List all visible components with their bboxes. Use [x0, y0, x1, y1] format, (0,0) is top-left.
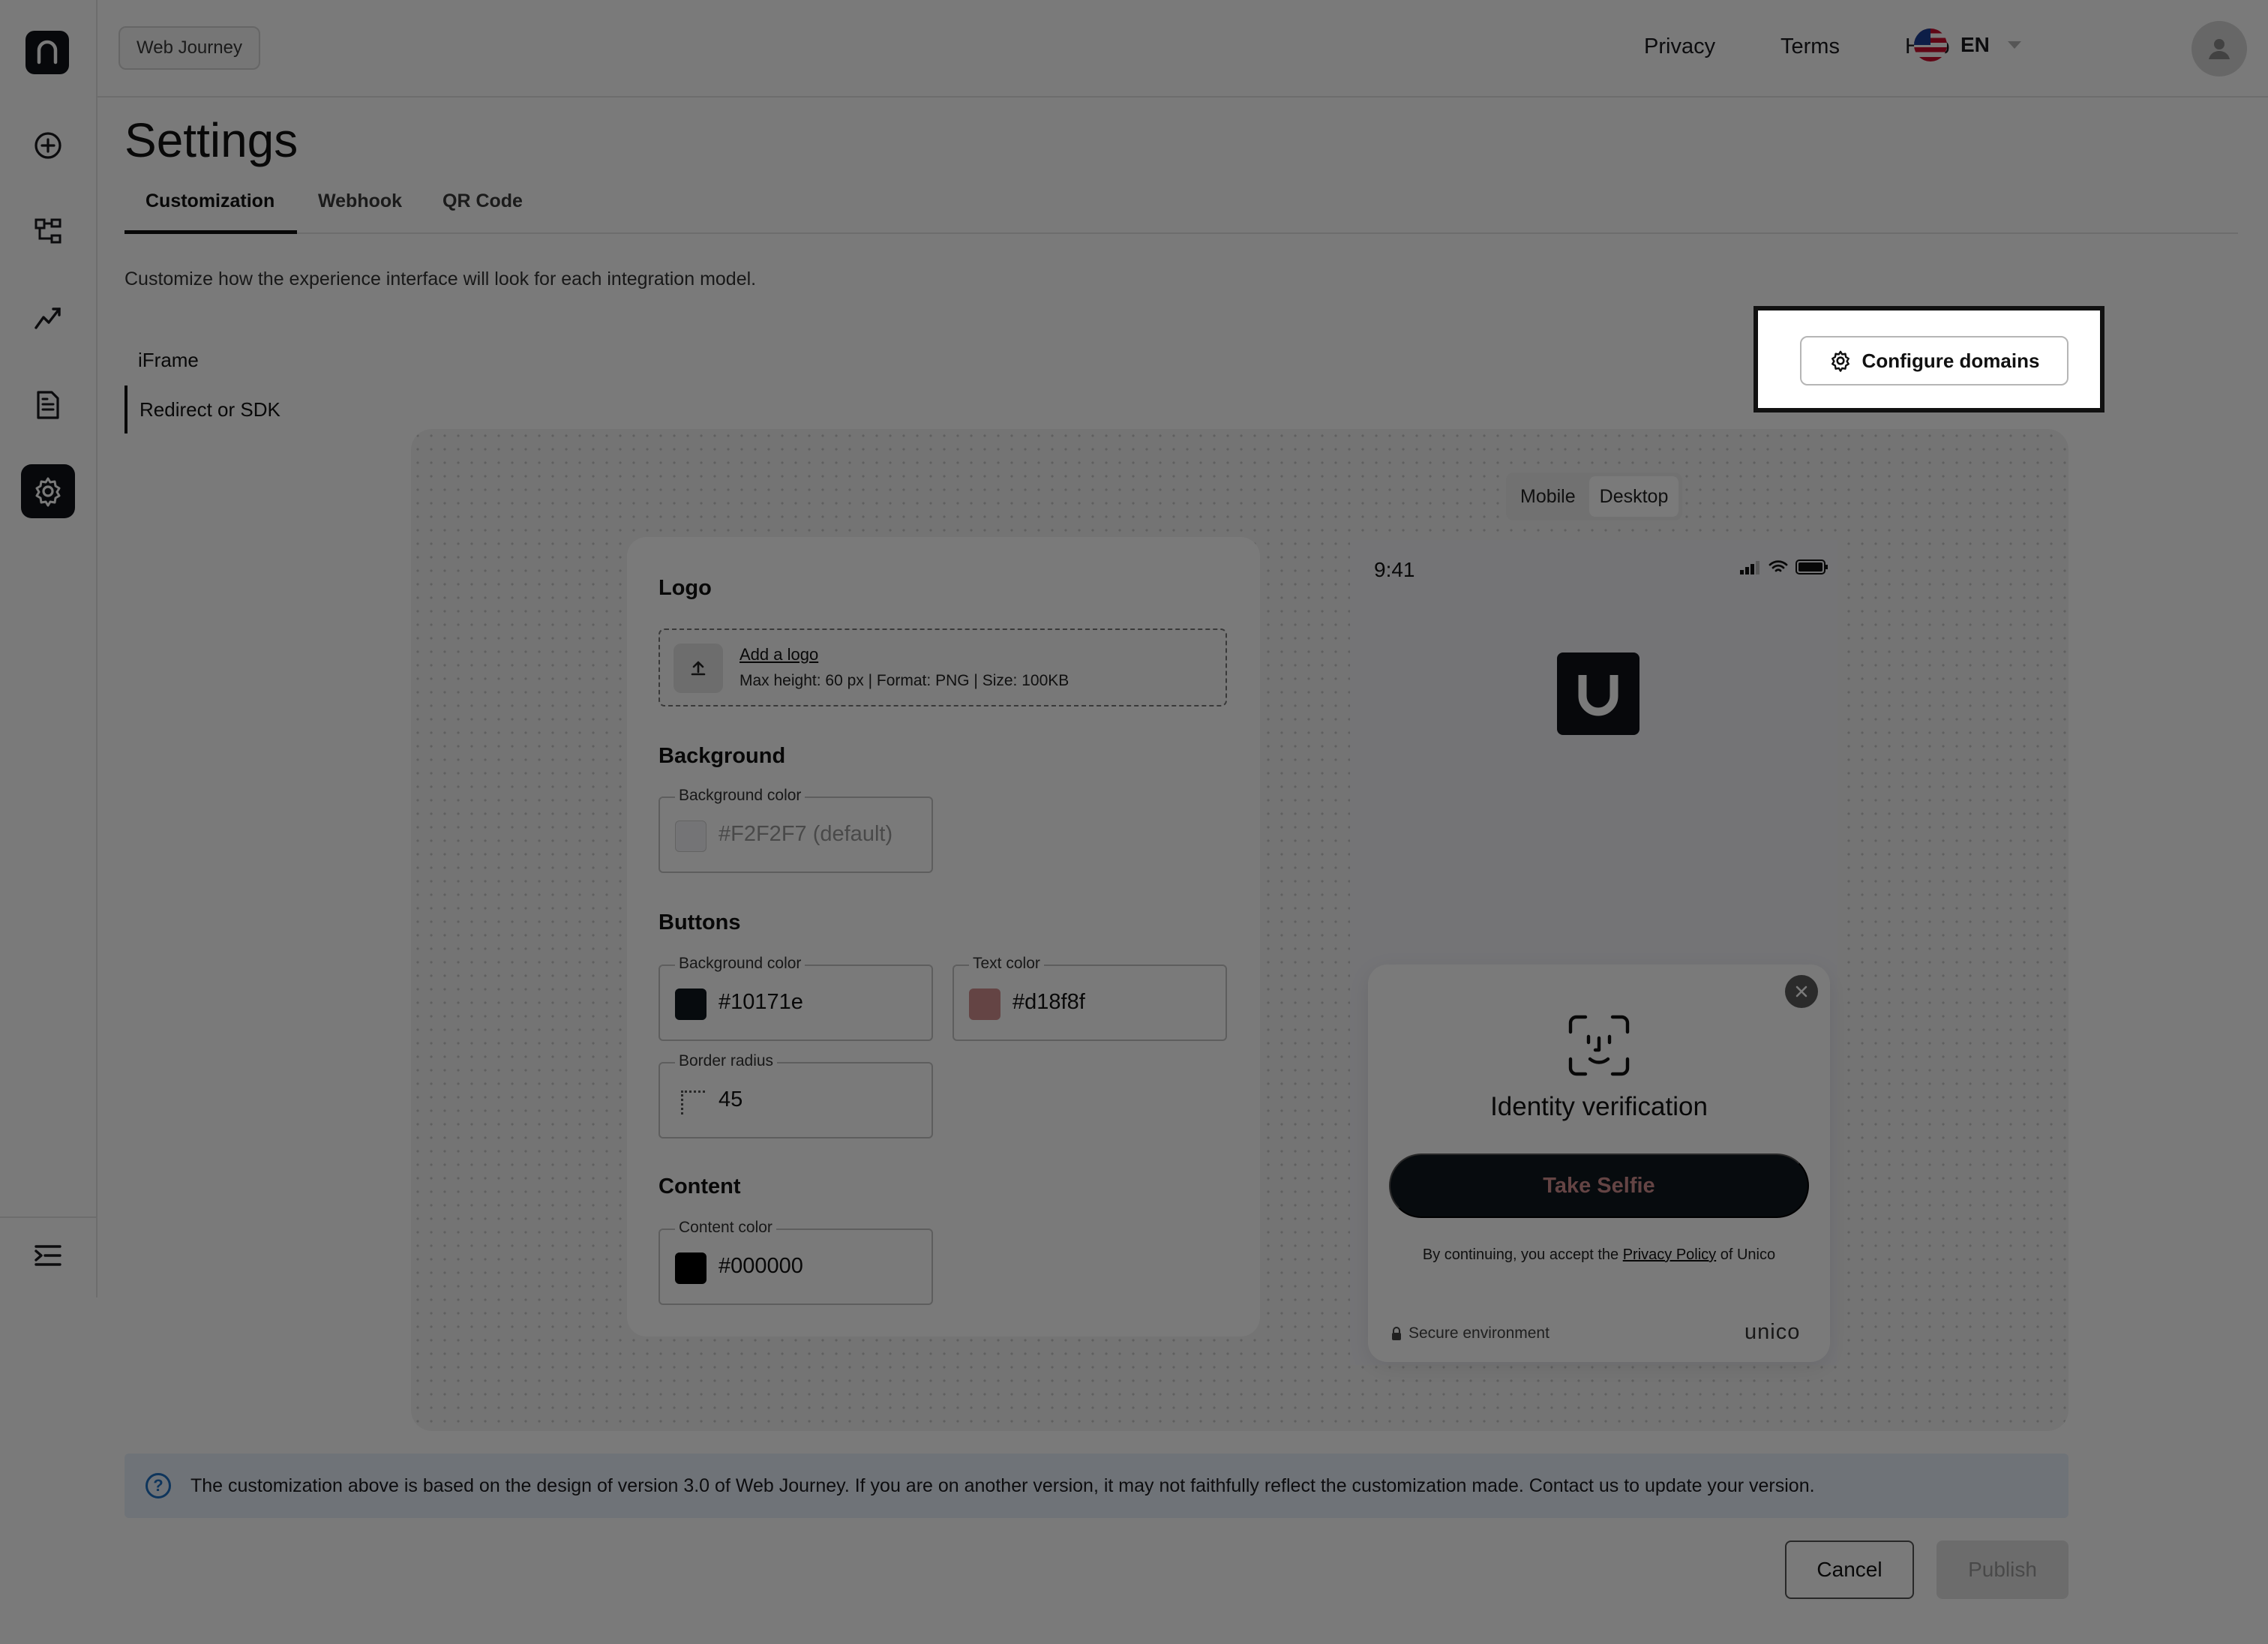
page-title: Settings — [124, 113, 298, 167]
configure-domains-label: Configure domains — [1862, 349, 2040, 372]
avatar[interactable] — [2192, 21, 2247, 76]
sidebar — [0, 0, 98, 1298]
face-id-icon — [1568, 1015, 1630, 1076]
color-swatch[interactable] — [675, 988, 706, 1020]
device-toggle: Mobile Desktop — [1506, 472, 1683, 520]
sidebar-divider — [0, 1216, 98, 1218]
add-logo-link[interactable]: Add a logo — [740, 645, 818, 664]
toggle-desktop[interactable]: Desktop — [1588, 476, 1679, 517]
question-icon: ? — [146, 1473, 171, 1498]
configure-domains-button[interactable]: Configure domains — [1800, 336, 2068, 386]
content-color-field[interactable]: Content color #000000 — [658, 1219, 933, 1305]
field-label: Text color — [969, 955, 1044, 973]
status-time: 9:41 — [1374, 558, 1415, 581]
document-icon[interactable] — [21, 378, 75, 432]
analytics-icon[interactable] — [21, 291, 75, 345]
menu-collapse-icon[interactable] — [21, 1228, 75, 1282]
chevron-down-icon — [2007, 41, 2021, 49]
field-label: Border radius — [675, 1052, 778, 1070]
app-logo[interactable] — [26, 31, 69, 74]
unico-logo-icon — [1578, 675, 1618, 716]
modal-title: Identity verification — [1490, 1092, 1708, 1121]
color-swatch[interactable] — [675, 820, 706, 852]
color-swatch[interactable] — [969, 988, 1000, 1020]
upload-icon — [674, 644, 723, 693]
flow-icon[interactable] — [21, 204, 75, 258]
status-icons — [1740, 560, 1828, 574]
consent-suffix: of Unico — [1720, 1246, 1776, 1263]
color-swatch[interactable] — [675, 1252, 706, 1284]
button-text-color-field[interactable]: Text color #d18f8f — [952, 955, 1227, 1041]
brand-logo — [1557, 652, 1640, 735]
privacy-link[interactable]: Privacy — [1644, 34, 1715, 59]
plus-circle-icon[interactable] — [21, 118, 75, 172]
logo-upload[interactable]: Add a logo Max height: 60 px | Format: P… — [658, 628, 1227, 706]
tab-qr-code[interactable]: QR Code — [442, 190, 523, 212]
lock-icon — [1392, 1327, 1401, 1340]
field-label: Background color — [675, 955, 806, 973]
background-section-title: Background — [658, 744, 786, 768]
dim-overlay-right — [2104, 306, 2268, 412]
page-description: Customize how the experience interface w… — [124, 268, 757, 290]
tab-customization[interactable]: Customization — [146, 190, 274, 212]
app-logo-icon — [37, 40, 58, 64]
field-value: #F2F2F7 (default) — [718, 822, 893, 846]
active-tab-indicator — [124, 230, 297, 234]
settings-icon[interactable] — [21, 464, 75, 518]
info-text: The customization above is based on the … — [190, 1475, 1815, 1496]
privacy-policy-link[interactable]: Privacy Policy — [1623, 1246, 1716, 1263]
submenu-redirect-sdk[interactable]: Redirect or SDK — [124, 386, 280, 434]
publish-button[interactable]: Publish — [1936, 1540, 2068, 1599]
field-value: #10171e — [718, 990, 803, 1014]
field-value: #d18f8f — [1012, 990, 1085, 1014]
consent-prefix: By continuing, you accept the — [1422, 1246, 1619, 1263]
field-label: Background color — [675, 787, 806, 805]
field-value: #000000 — [718, 1254, 803, 1278]
border-radius-icon — [681, 1090, 705, 1114]
journey-chip[interactable]: Web Journey — [118, 26, 260, 70]
terms-link[interactable]: Terms — [1780, 34, 1840, 59]
close-icon[interactable] — [1785, 975, 1818, 1008]
battery-icon — [1796, 560, 1828, 574]
field-label: Content color — [675, 1219, 776, 1237]
secure-environment: Secure environment — [1390, 1324, 1550, 1342]
toggle-mobile[interactable]: Mobile — [1510, 476, 1586, 517]
field-value: 45 — [718, 1088, 743, 1112]
gear-icon — [1831, 350, 1850, 372]
user-icon — [2209, 39, 2230, 59]
consent-text: By continuing, you accept the Privacy Po… — [1368, 1246, 1830, 1264]
secure-label: Secure environment — [1408, 1324, 1550, 1342]
take-selfie-button[interactable]: Take Selfie — [1389, 1154, 1809, 1218]
tab-webhook[interactable]: Webhook — [318, 190, 402, 212]
background-color-field[interactable]: Background color #F2F2F7 (default) — [658, 787, 933, 873]
logo-section-title: Logo — [658, 576, 712, 600]
border-radius-field[interactable]: Border radius 45 — [658, 1052, 933, 1138]
cancel-button[interactable]: Cancel — [1785, 1540, 1914, 1599]
unico-wordmark: unico — [1744, 1320, 1801, 1344]
tab-bar: Customization Webhook QR Code — [124, 188, 2238, 234]
logo-hint: Max height: 60 px | Format: PNG | Size: … — [740, 672, 1070, 689]
submenu-iframe[interactable]: iFrame — [124, 336, 199, 384]
language-selector[interactable]: EN — [1914, 28, 2021, 62]
button-bg-color-field[interactable]: Background color #10171e — [658, 955, 933, 1041]
wifi-icon — [1768, 560, 1788, 572]
language-code: EN — [1960, 33, 1990, 56]
buttons-section-title: Buttons — [658, 910, 741, 934]
us-flag-icon — [1914, 28, 1947, 62]
content-section-title: Content — [658, 1174, 741, 1198]
version-info-banner: ? The customization above is based on th… — [124, 1454, 2068, 1518]
signal-icon — [1740, 561, 1760, 574]
